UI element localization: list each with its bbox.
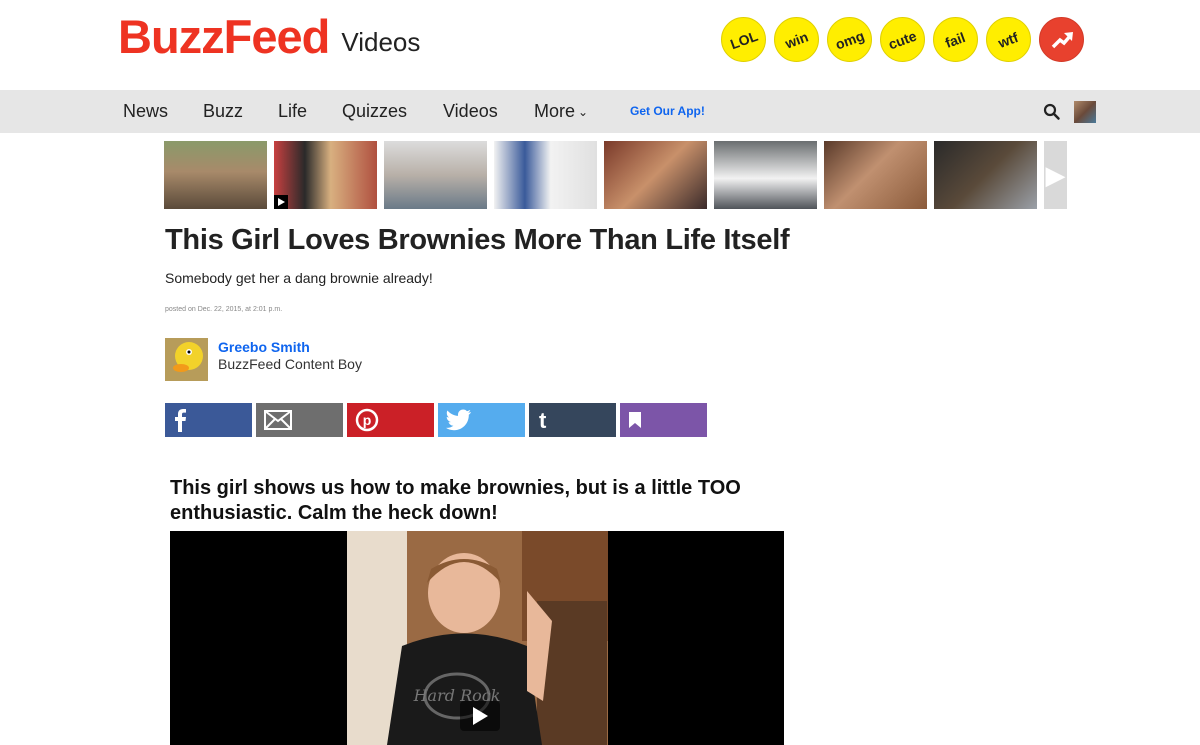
- badge-trending[interactable]: [1039, 17, 1084, 62]
- thumbnail-8[interactable]: [934, 141, 1037, 209]
- badge-lol[interactable]: LOL: [721, 17, 766, 62]
- share-pinterest-button[interactable]: p: [347, 403, 434, 437]
- author-title: BuzzFeed Content Boy: [218, 356, 362, 372]
- share-bookmark-button[interactable]: [620, 403, 707, 437]
- post-date: posted on Dec. 22, 2015, at 2:01 p.m.: [165, 306, 283, 313]
- article-subtitle: Somebody get her a dang brownie already!: [165, 270, 433, 286]
- search-icon[interactable]: [1043, 103, 1061, 121]
- chevron-down-icon: ⌄: [578, 105, 589, 119]
- nav-item-buzz[interactable]: Buzz: [203, 90, 243, 133]
- facebook-icon: [175, 409, 186, 432]
- share-bar: p t: [165, 403, 707, 437]
- nav-item-life[interactable]: Life: [278, 90, 307, 133]
- video-heading: This girl shows us how to make brownies,…: [170, 477, 741, 524]
- logo-wordmark[interactable]: BuzzFeed: [118, 12, 330, 62]
- bookmark-icon: [629, 412, 641, 428]
- email-icon: [264, 410, 292, 430]
- article-title: This Girl Loves Brownies More Than Life …: [165, 224, 790, 256]
- nav-item-more[interactable]: More ⌄: [534, 90, 588, 133]
- share-email-button[interactable]: [256, 403, 343, 437]
- video-player[interactable]: Hard Rock: [170, 531, 784, 745]
- chevron-right-icon: ▶: [1045, 159, 1066, 190]
- share-twitter-button[interactable]: [438, 403, 525, 437]
- thumbnail-3[interactable]: [384, 141, 487, 209]
- badge-wtf-label: wtf: [996, 28, 1021, 51]
- buzzfeed-logo[interactable]: BuzzFeed Videos: [118, 12, 420, 62]
- user-avatar[interactable]: [1074, 101, 1096, 123]
- badge-win[interactable]: win: [774, 17, 819, 62]
- pinterest-icon: p: [355, 408, 379, 432]
- twitter-icon: [446, 409, 471, 431]
- badge-wtf[interactable]: wtf: [986, 17, 1031, 62]
- nav-item-news[interactable]: News: [123, 90, 168, 133]
- tumblr-icon: t: [539, 408, 547, 432]
- trending-arrow-icon: [1051, 31, 1073, 48]
- thumbnail-5[interactable]: [604, 141, 707, 209]
- share-tumblr-button[interactable]: t: [529, 403, 616, 437]
- svg-text:t: t: [539, 408, 547, 432]
- badge-win-label: win: [782, 27, 811, 52]
- badge-fail[interactable]: fail: [933, 17, 978, 62]
- thumbnail-2[interactable]: [274, 141, 377, 209]
- nav-item-videos[interactable]: Videos: [443, 90, 498, 133]
- logo-section-label[interactable]: Videos: [341, 22, 420, 62]
- play-icon: [274, 195, 288, 209]
- nav-item-quizzes[interactable]: Quizzes: [342, 90, 407, 133]
- thumbnail-next-button[interactable]: ▶: [1044, 141, 1067, 209]
- bird-avatar-icon: [165, 338, 208, 381]
- thumbnail-6[interactable]: [714, 141, 817, 209]
- video-play-button[interactable]: [460, 701, 500, 731]
- nav-more-label: More: [534, 101, 576, 121]
- badge-omg-label: omg: [832, 26, 867, 53]
- thumbnail-7[interactable]: [824, 141, 927, 209]
- author-name[interactable]: Greebo Smith: [218, 339, 310, 355]
- play-icon: [473, 707, 488, 725]
- badge-fail-label: fail: [943, 28, 968, 51]
- author-avatar[interactable]: [165, 338, 208, 381]
- badge-lol-label: LOL: [727, 27, 760, 52]
- get-app-link[interactable]: Get Our App!: [630, 90, 705, 133]
- video-thumbnail-strip: ▶: [164, 141, 1067, 209]
- reaction-badges: LOL win omg cute fail wtf: [721, 17, 1084, 62]
- badge-cute-label: cute: [886, 27, 919, 52]
- thumbnail-4[interactable]: [494, 141, 597, 209]
- badge-omg[interactable]: omg: [827, 17, 872, 62]
- svg-text:p: p: [363, 412, 372, 428]
- share-facebook-button[interactable]: [165, 403, 252, 437]
- badge-cute[interactable]: cute: [880, 17, 925, 62]
- site-header: BuzzFeed Videos LOL win omg cute fail wt…: [0, 0, 1200, 90]
- main-nav: News Buzz Life Quizzes Videos More ⌄ Get …: [0, 90, 1200, 133]
- thumbnail-1[interactable]: [164, 141, 267, 209]
